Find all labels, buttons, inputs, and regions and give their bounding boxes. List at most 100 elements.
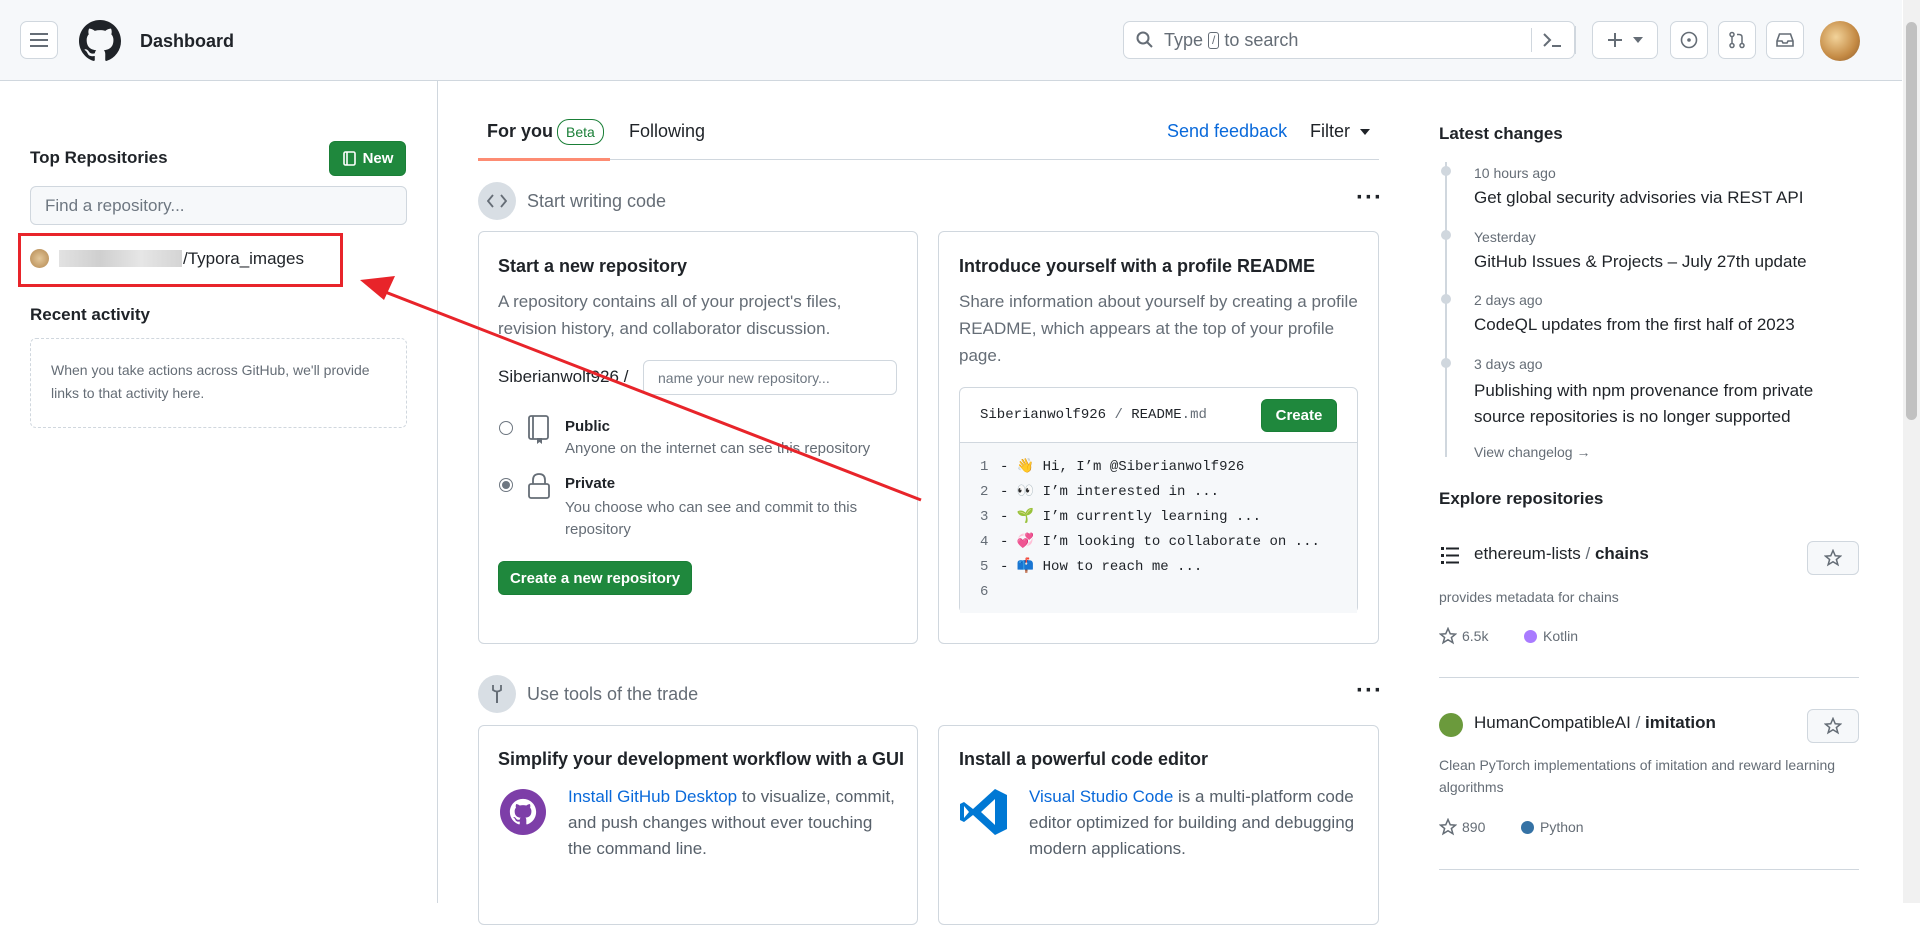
tabs-divider: [478, 159, 1379, 160]
star-icon: [1824, 717, 1842, 735]
public-description: Anyone on the internet can see this repo…: [565, 440, 871, 457]
search-input[interactable]: Type / to search: [1123, 21, 1575, 59]
change-link[interactable]: Publishing with npm provenance from priv…: [1474, 378, 1844, 430]
change-link[interactable]: Get global security advisories via REST …: [1474, 188, 1803, 208]
beta-badge: Beta: [557, 119, 604, 145]
pull-requests-button[interactable]: [1718, 21, 1756, 59]
changelog-timeline: [1441, 162, 1451, 457]
readme-line: 1- 👋 Hi, I’m @Siberianwolf926: [980, 459, 1245, 475]
readme-line: 6: [980, 584, 989, 600]
code-editor-text: Visual Studio Code is a multi-platform c…: [1029, 784, 1359, 862]
private-radio[interactable]: [499, 478, 513, 492]
section-use-tools: Use tools of the trade: [527, 684, 699, 704]
github-logo-icon[interactable]: [79, 20, 121, 67]
repo-name: chains: [1594, 544, 1649, 563]
page-title[interactable]: Dashboard: [140, 31, 234, 52]
inbox-icon: [1776, 33, 1794, 47]
readme-line: 2- 👀 I’m interested in ...: [980, 484, 1220, 500]
private-description: You choose who can see and commit to thi…: [565, 499, 858, 538]
triangle-down-icon: [1633, 37, 1643, 43]
language-color-dot: [1524, 630, 1537, 643]
explore-repo-link[interactable]: HumanCompatibleAI / imitation: [1474, 713, 1716, 733]
visual-studio-code-link[interactable]: Visual Studio Code: [1029, 787, 1173, 806]
humancompatibleai-avatar: [1439, 713, 1463, 737]
find-repository-input[interactable]: Find a repository...: [30, 186, 407, 225]
repo-description: Clean PyTorch implementations of imitati…: [1439, 757, 1836, 795]
timeline-dot: [1441, 294, 1451, 304]
search-icon: [1136, 31, 1153, 48]
user-avatar[interactable]: [1820, 21, 1860, 61]
repo-star-count[interactable]: 890: [1462, 819, 1485, 835]
change-link[interactable]: GitHub Issues & Projects – July 27th upd…: [1474, 252, 1807, 272]
latest-changes-heading: Latest changes: [1439, 124, 1563, 143]
repo-name: imitation: [1645, 713, 1716, 732]
hamburger-menu-button[interactable]: [20, 21, 58, 59]
explore-repo-link[interactable]: ethereum-lists / chains: [1474, 544, 1649, 564]
repo-star-count[interactable]: 6.5k: [1462, 628, 1488, 644]
readme-file-owner: Siberianwolf926: [980, 407, 1107, 423]
github-desktop-text: Install GitHub Desktop to visualize, com…: [568, 784, 898, 862]
create-new-repository-button[interactable]: Create a new repository: [498, 561, 692, 595]
search-placeholder-post: to search: [1224, 29, 1299, 50]
issues-button[interactable]: [1670, 21, 1708, 59]
new-button-label: New: [362, 150, 394, 167]
new-repository-card-desc: A repository contains all of your projec…: [498, 292, 842, 338]
github-desktop-card-title: Simplify your development workflow with …: [498, 749, 905, 769]
star-button[interactable]: [1807, 541, 1859, 575]
star-icon: [1439, 818, 1457, 836]
repository-name-placeholder: name your new repository...: [658, 369, 830, 386]
readme-line: 5- 📫 How to reach me ...: [980, 559, 1203, 575]
install-github-desktop-link[interactable]: Install GitHub Desktop: [568, 787, 737, 806]
repo-owner: ethereum-lists: [1474, 544, 1581, 563]
readme-line: 3- 🌱 I’m currently learning ...: [980, 509, 1262, 525]
change-link[interactable]: CodeQL updates from the first half of 20…: [1474, 315, 1795, 335]
vscode-icon: [960, 789, 1007, 835]
star-icon: [1824, 549, 1842, 567]
filter-label: Filter: [1310, 121, 1350, 141]
repo-language: Python: [1540, 819, 1584, 835]
filter-dropdown[interactable]: Filter: [1310, 121, 1370, 142]
repo-public-icon: [528, 415, 549, 444]
new-repository-card-title: Start a new repository: [498, 256, 688, 276]
search-divider: [1531, 28, 1532, 52]
create-readme-button[interactable]: Create: [1261, 399, 1337, 432]
readme-file-path: Siberianwolf926 / README.md: [980, 407, 1207, 423]
git-pull-request-icon: [1729, 31, 1745, 49]
private-label: Private: [565, 475, 616, 492]
change-time: Yesterday: [1474, 229, 1536, 245]
tools-icon: [492, 685, 502, 703]
inbox-button[interactable]: [1766, 21, 1804, 59]
issue-opened-icon: [1680, 31, 1698, 49]
readme-line: 4- 💞️ I’m looking to collaborate on ...: [980, 534, 1320, 550]
create-new-dropdown[interactable]: [1592, 21, 1658, 59]
timeline-dot: [1441, 230, 1451, 240]
recent-activity-empty-box: When you take actions across GitHub, we'…: [30, 338, 407, 428]
tab-for-you[interactable]: For you: [487, 121, 553, 142]
top-repositories-heading: Top Repositories: [30, 148, 168, 167]
tab-following[interactable]: Following: [629, 121, 705, 142]
repo-separator: /: [1630, 713, 1646, 732]
send-feedback-link[interactable]: Send feedback: [1167, 121, 1287, 142]
tools-section-icon: [478, 675, 516, 713]
new-repository-button[interactable]: New: [329, 141, 406, 176]
repository-owner-label: Siberianwolf926 /: [498, 367, 629, 386]
change-time: 2 days ago: [1474, 292, 1543, 308]
github-desktop-icon: [500, 789, 546, 835]
section-options-menu[interactable]: ···: [1356, 184, 1383, 212]
recent-activity-text: When you take actions across GitHub, we'…: [51, 362, 370, 401]
code-section-icon: [478, 182, 516, 220]
repository-name-input[interactable]: name your new repository...: [643, 360, 897, 395]
explore-repositories-heading: Explore repositories: [1439, 489, 1604, 508]
header-divider: [1575, 26, 1576, 54]
star-button[interactable]: [1807, 709, 1859, 743]
section-options-menu[interactable]: ···: [1356, 677, 1383, 705]
timeline-dot: [1441, 166, 1451, 176]
command-palette-icon[interactable]: [1542, 32, 1562, 48]
view-changelog-link[interactable]: View changelog →: [1474, 444, 1590, 460]
scrollbar-thumb[interactable]: [1906, 22, 1917, 420]
lock-icon: [528, 473, 550, 499]
public-radio[interactable]: [499, 421, 513, 435]
repo-description: provides metadata for chains: [1439, 589, 1619, 605]
profile-readme-card-desc: Share information about yourself by crea…: [959, 292, 1358, 365]
readme-file-separator: /: [1114, 407, 1123, 423]
